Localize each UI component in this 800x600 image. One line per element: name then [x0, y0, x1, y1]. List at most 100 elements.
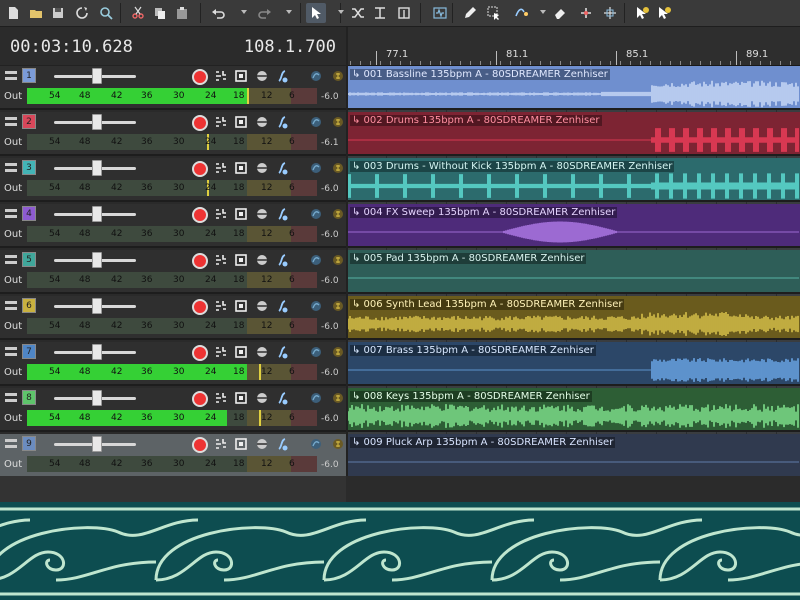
track-header-1[interactable]: 1 Out 54 48 42 36 30 24 18 12 6 -6.0: [0, 66, 346, 110]
volume-slider-thumb[interactable]: [92, 68, 102, 84]
fx-chain-icon[interactable]: [213, 160, 229, 176]
mute-icon[interactable]: [254, 436, 270, 452]
volume-slider-thumb[interactable]: [92, 344, 102, 360]
toolbar-dropdown-arrow-icon[interactable]: [286, 10, 292, 14]
clip-title[interactable]: ↳ 007 Brass 135bpm A - 80SDREAMER Zenhis…: [350, 345, 596, 356]
gold-coin-icon[interactable]: [330, 160, 346, 176]
automation-icon[interactable]: [274, 436, 290, 452]
track-lane-3[interactable]: ↳ 003 Drums - Without Kick 135bpm A - 80…: [348, 158, 800, 202]
fx-chain-icon[interactable]: [213, 436, 229, 452]
volume-slider-thumb[interactable]: [92, 390, 102, 406]
mute-icon[interactable]: [254, 114, 270, 130]
split-icon[interactable]: [394, 3, 414, 23]
track-minimize-icon[interactable]: [5, 162, 17, 174]
selection-icon[interactable]: [484, 3, 504, 23]
envelope-icon[interactable]: [512, 3, 532, 23]
track-fx-icon[interactable]: [308, 344, 324, 360]
track-minimize-icon[interactable]: [5, 208, 17, 220]
track-minimize-icon[interactable]: [5, 346, 17, 358]
gold-coin-icon[interactable]: [330, 436, 346, 452]
volume-slider-thumb[interactable]: [92, 160, 102, 176]
clip-title[interactable]: ↳ 001 Bassline 135bpm A - 80SDREAMER Zen…: [350, 69, 610, 80]
save-icon[interactable]: [48, 3, 68, 23]
bypass-fx-icon[interactable]: [233, 436, 249, 452]
cut-icon[interactable]: [128, 3, 148, 23]
help-icon[interactable]: [632, 3, 652, 23]
bypass-fx-icon[interactable]: [233, 252, 249, 268]
waveform-icon[interactable]: [430, 3, 450, 23]
undo-icon[interactable]: [208, 3, 228, 23]
toolbar-dropdown-arrow-icon[interactable]: [241, 10, 247, 14]
fx-chain-icon[interactable]: [213, 298, 229, 314]
bypass-fx-icon[interactable]: [233, 114, 249, 130]
pencil-icon[interactable]: [460, 3, 480, 23]
trim-icon[interactable]: [370, 3, 390, 23]
timeline-ruler[interactable]: 77.1 81.1 85.1 89.1: [348, 27, 800, 66]
volume-slider-thumb[interactable]: [92, 114, 102, 130]
track-header-5[interactable]: 5 Out 54 48 42 36 30 24 18 12 6 -6.0: [0, 250, 346, 294]
automation-icon[interactable]: [274, 344, 290, 360]
mute-icon[interactable]: [254, 160, 270, 176]
arm-record-button[interactable]: [192, 253, 208, 269]
gold-coin-icon[interactable]: [330, 206, 346, 222]
mute-icon[interactable]: [254, 298, 270, 314]
track-minimize-icon[interactable]: [5, 300, 17, 312]
mute-icon[interactable]: [254, 68, 270, 84]
clip-title[interactable]: ↳ 004 FX Sweep 135bpm A - 80SDREAMER Zen…: [350, 207, 618, 218]
automation-icon[interactable]: [274, 298, 290, 314]
automation-icon[interactable]: [274, 68, 290, 84]
track-header-6[interactable]: 6 Out 54 48 42 36 30 24 18 12 6 -6.0: [0, 296, 346, 340]
new-file-icon[interactable]: [3, 3, 23, 23]
automation-icon[interactable]: [274, 206, 290, 222]
automation-icon[interactable]: [274, 160, 290, 176]
track-fx-icon[interactable]: [308, 114, 324, 130]
track-minimize-icon[interactable]: [5, 116, 17, 128]
track-header-7[interactable]: 7 Out 54 48 42 36 30 24 18 12 6 -6.0: [0, 342, 346, 386]
arm-record-button[interactable]: [192, 207, 208, 223]
arm-record-button[interactable]: [192, 69, 208, 85]
track-minimize-icon[interactable]: [5, 70, 17, 82]
volume-slider-thumb[interactable]: [92, 252, 102, 268]
track-fx-icon[interactable]: [308, 68, 324, 84]
paste-icon[interactable]: [172, 3, 192, 23]
track-lane-7[interactable]: ↳ 007 Brass 135bpm A - 80SDREAMER Zenhis…: [348, 342, 800, 386]
track-fx-icon[interactable]: [308, 390, 324, 406]
gold-coin-icon[interactable]: [330, 390, 346, 406]
fx-chain-icon[interactable]: [213, 252, 229, 268]
eraser-icon[interactable]: [550, 3, 570, 23]
copy-icon[interactable]: [150, 3, 170, 23]
arm-record-button[interactable]: [192, 391, 208, 407]
track-header-3[interactable]: 3 Out 54 48 42 36 30 24 18 12 6 -6.0: [0, 158, 346, 202]
bypass-fx-icon[interactable]: [233, 390, 249, 406]
arm-record-button[interactable]: [192, 299, 208, 315]
track-lane-9[interactable]: ↳ 009 Pluck Arp 135bpm A - 80SDREAMER Ze…: [348, 434, 800, 478]
track-fx-icon[interactable]: [308, 206, 324, 222]
toolbar-dropdown-arrow-icon[interactable]: [540, 10, 546, 14]
track-minimize-icon[interactable]: [5, 254, 17, 266]
clip-title[interactable]: ↳ 003 Drums - Without Kick 135bpm A - 80…: [350, 161, 675, 172]
track-fx-icon[interactable]: [308, 252, 324, 268]
open-folder-icon[interactable]: [26, 3, 46, 23]
gold-coin-icon[interactable]: [330, 298, 346, 314]
track-lane-4[interactable]: ↳ 004 FX Sweep 135bpm A - 80SDREAMER Zen…: [348, 204, 800, 248]
clip-title[interactable]: ↳ 002 Drums 135bpm A - 80SDREAMER Zenhis…: [350, 115, 602, 126]
mute-icon[interactable]: [254, 390, 270, 406]
automation-icon[interactable]: [274, 252, 290, 268]
toolbar-dropdown-arrow-icon[interactable]: [338, 10, 344, 14]
track-header-9[interactable]: 9 Out 54 48 42 36 30 24 18 12 6 -6.0: [0, 434, 346, 478]
track-lane-1[interactable]: ↳ 001 Bassline 135bpm A - 80SDREAMER Zen…: [348, 66, 800, 110]
track-fx-icon[interactable]: [308, 298, 324, 314]
clip-title[interactable]: ↳ 006 Synth Lead 135bpm A - 80SDREAMER Z…: [350, 299, 625, 310]
search-zoom-icon[interactable]: [96, 3, 116, 23]
bypass-fx-icon[interactable]: [233, 160, 249, 176]
fx-chain-icon[interactable]: [213, 114, 229, 130]
bypass-fx-icon[interactable]: [233, 298, 249, 314]
fade-icon[interactable]: [600, 3, 620, 23]
clip-title[interactable]: ↳ 008 Keys 135bpm A - 80SDREAMER Zenhise…: [350, 391, 592, 402]
track-lane-2[interactable]: ↳ 002 Drums 135bpm A - 80SDREAMER Zenhis…: [348, 112, 800, 156]
track-lane-6[interactable]: ↳ 006 Synth Lead 135bpm A - 80SDREAMER Z…: [348, 296, 800, 340]
mute-icon[interactable]: [254, 252, 270, 268]
arm-record-button[interactable]: [192, 115, 208, 131]
gold-coin-icon[interactable]: [330, 68, 346, 84]
bypass-fx-icon[interactable]: [233, 206, 249, 222]
